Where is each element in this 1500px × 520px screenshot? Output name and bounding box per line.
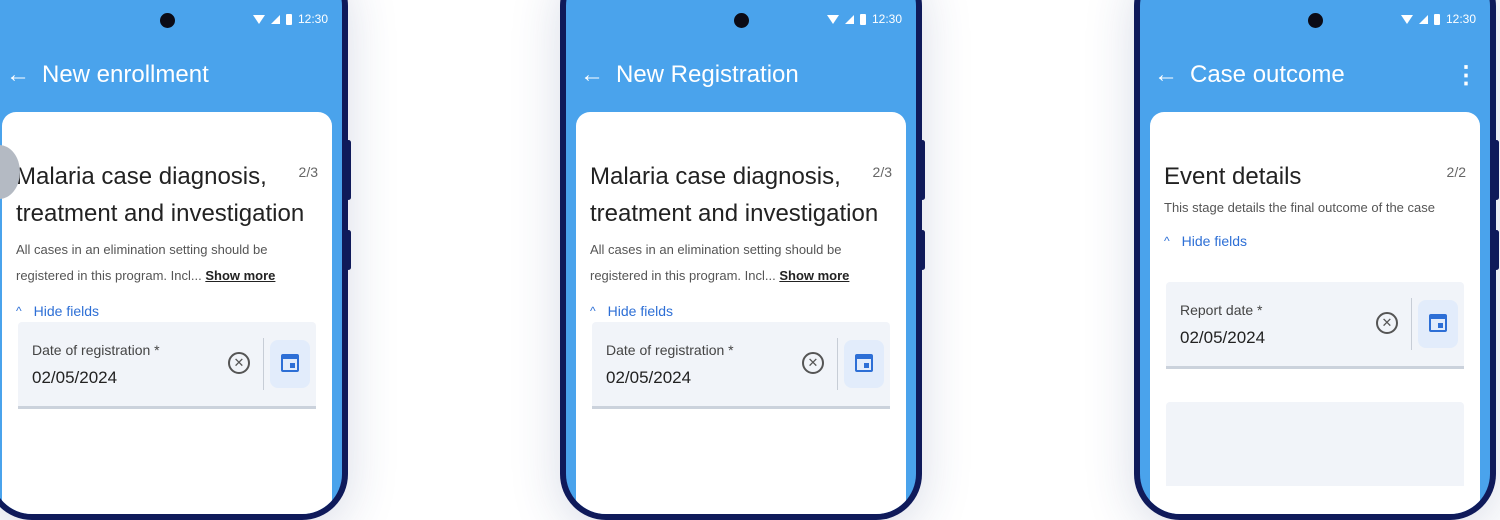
show-more-link[interactable]: Show more bbox=[205, 268, 275, 283]
show-more-link[interactable]: Show more bbox=[779, 268, 849, 283]
signal-icon bbox=[844, 14, 854, 24]
section-header: Malaria case diagnosis, treatment and in… bbox=[16, 158, 318, 319]
clear-icon[interactable]: ✕ bbox=[1376, 312, 1398, 334]
clear-icon[interactable]: ✕ bbox=[228, 352, 250, 374]
signal-icon bbox=[270, 14, 280, 24]
field-value: 02/05/2024 bbox=[606, 368, 692, 387]
form-card: Malaria case diagnosis, treatment and in… bbox=[576, 112, 906, 514]
battery-icon bbox=[859, 13, 866, 25]
volume-button bbox=[346, 140, 351, 200]
signal-icon bbox=[1418, 14, 1428, 24]
phone-screen: 12:30 ← New Registration Malaria case di… bbox=[566, 0, 916, 514]
calendar-icon bbox=[281, 354, 299, 372]
hide-fields-label: Hide fields bbox=[607, 303, 674, 319]
battery-icon bbox=[285, 13, 292, 25]
step-counter: 2/3 bbox=[298, 164, 318, 180]
status-time: 12:30 bbox=[871, 12, 902, 26]
hide-fields-toggle[interactable]: ^ Hide fields bbox=[16, 303, 318, 319]
calendar-icon bbox=[855, 354, 873, 372]
volume-button bbox=[920, 140, 925, 200]
section-description: All cases in an elimination setting shou… bbox=[16, 237, 306, 289]
power-button bbox=[346, 230, 351, 270]
step-counter: 2/3 bbox=[872, 164, 892, 180]
app-bar-title: New Registration bbox=[616, 61, 799, 88]
back-arrow-icon[interactable]: ← bbox=[1154, 63, 1184, 87]
section-title: Event details bbox=[1164, 163, 1302, 190]
battery-icon bbox=[1433, 13, 1440, 25]
hide-fields-toggle[interactable]: ^ Hide fields bbox=[1164, 233, 1466, 249]
chevron-up-icon: ^ bbox=[1164, 234, 1170, 248]
section-title: Malaria case diagnosis, treatment and in… bbox=[16, 163, 305, 227]
volume-button bbox=[1494, 140, 1499, 200]
app-bar: ← Case outcome ⋮ bbox=[1140, 52, 1490, 98]
section-header: Event details 2/2 This stage details the… bbox=[1164, 158, 1466, 249]
form-card: Malaria case diagnosis, treatment and in… bbox=[2, 112, 332, 514]
app-bar-title: Case outcome bbox=[1190, 61, 1345, 88]
description-text: This stage details the final outcome of … bbox=[1164, 200, 1435, 215]
app-bar: ← New Registration bbox=[566, 52, 916, 98]
clear-icon[interactable]: ✕ bbox=[802, 352, 824, 374]
app-bar-title: New enrollment bbox=[42, 61, 209, 88]
chevron-up-icon: ^ bbox=[16, 304, 22, 318]
phone-screen: 12:30 ← Case outcome ⋮ Event details 2/2… bbox=[1140, 0, 1490, 514]
field-divider bbox=[1411, 298, 1412, 350]
camera-icon bbox=[160, 13, 175, 28]
calendar-button[interactable] bbox=[844, 340, 884, 388]
calendar-button[interactable] bbox=[270, 340, 310, 388]
camera-icon bbox=[1308, 13, 1323, 28]
status-bar: 12:30 bbox=[252, 12, 328, 26]
field-value: 02/05/2024 bbox=[32, 368, 118, 387]
section-title: Malaria case diagnosis, treatment and in… bbox=[590, 163, 879, 227]
date-of-registration-field[interactable]: Date of registration * 02/05/2024 ✕ bbox=[18, 322, 316, 409]
status-time: 12:30 bbox=[1445, 12, 1476, 26]
calendar-icon bbox=[1429, 314, 1447, 332]
report-date-field[interactable]: Report date * 02/05/2024 ✕ bbox=[1166, 282, 1464, 369]
field-value: 02/05/2024 bbox=[1180, 328, 1266, 347]
section-header: Malaria case diagnosis, treatment and in… bbox=[590, 158, 892, 319]
step-counter: 2/2 bbox=[1446, 164, 1466, 180]
status-time: 12:30 bbox=[297, 12, 328, 26]
phone-mockup-2: 12:30 ← New Registration Malaria case di… bbox=[560, 0, 925, 520]
field-label: Date of registration * bbox=[606, 342, 734, 358]
field-label: Report date * bbox=[1180, 302, 1263, 318]
back-arrow-icon[interactable]: ← bbox=[580, 63, 610, 87]
hide-fields-label: Hide fields bbox=[33, 303, 100, 319]
wifi-icon bbox=[252, 14, 265, 24]
section-description: This stage details the final outcome of … bbox=[1164, 197, 1454, 219]
field-label: Date of registration * bbox=[32, 342, 160, 358]
power-button bbox=[920, 230, 925, 270]
hide-fields-toggle[interactable]: ^ Hide fields bbox=[590, 303, 892, 319]
more-vertical-icon[interactable]: ⋮ bbox=[1454, 61, 1478, 90]
power-button bbox=[1494, 230, 1499, 270]
wifi-icon bbox=[826, 14, 839, 24]
status-bar: 12:30 bbox=[826, 12, 902, 26]
next-field[interactable] bbox=[1166, 402, 1464, 486]
calendar-button[interactable] bbox=[1418, 300, 1458, 348]
status-bar: 12:30 bbox=[1400, 12, 1476, 26]
chevron-up-icon: ^ bbox=[590, 304, 596, 318]
phone-mockup-3: 12:30 ← Case outcome ⋮ Event details 2/2… bbox=[1134, 0, 1499, 520]
form-card: Event details 2/2 This stage details the… bbox=[1150, 112, 1480, 514]
phone-mockup-1: 12:30 ← New enrollment Malaria case diag… bbox=[0, 0, 351, 520]
field-divider bbox=[263, 338, 264, 390]
field-divider bbox=[837, 338, 838, 390]
section-description: All cases in an elimination setting shou… bbox=[590, 237, 880, 289]
app-bar: ← New enrollment bbox=[0, 52, 342, 98]
phone-screen: 12:30 ← New enrollment Malaria case diag… bbox=[0, 0, 342, 514]
back-arrow-icon[interactable]: ← bbox=[6, 63, 36, 87]
camera-icon bbox=[734, 13, 749, 28]
hide-fields-label: Hide fields bbox=[1181, 233, 1248, 249]
date-of-registration-field[interactable]: Date of registration * 02/05/2024 ✕ bbox=[592, 322, 890, 409]
wifi-icon bbox=[1400, 14, 1413, 24]
